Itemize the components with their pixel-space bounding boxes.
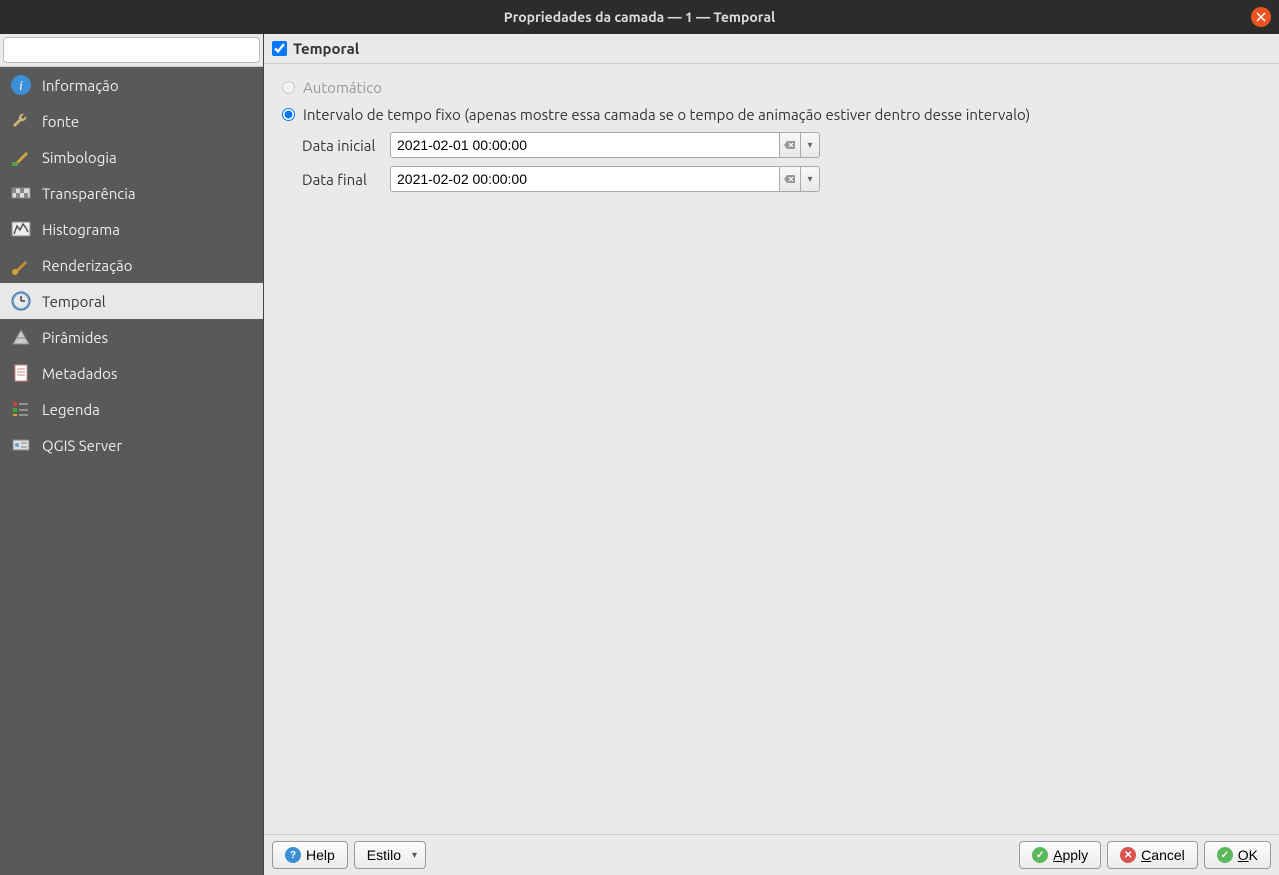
cancel-button-label: ancel	[1151, 847, 1184, 863]
sidebar-item-simbologia[interactable]: Simbologia	[0, 139, 263, 175]
end-date-group: ▾	[390, 166, 820, 192]
sidebar-item-fonte[interactable]: fonte	[0, 103, 263, 139]
radio-fixed[interactable]	[282, 108, 295, 121]
temporal-enable-checkbox[interactable]	[272, 41, 287, 56]
radio-auto-row: Automático	[282, 74, 1261, 101]
sidebar-item-label: QGIS Server	[42, 437, 122, 454]
sidebar-item-piramides[interactable]: Pirâmides	[0, 319, 263, 355]
end-date-row: Data final ▾	[302, 162, 1261, 196]
ok-button[interactable]: ✓ OK	[1204, 841, 1271, 869]
sidebar-item-renderizacao[interactable]: Renderização	[0, 247, 263, 283]
nav-list: i Informação fonte Simbologia	[0, 67, 263, 875]
check-icon: ✓	[1032, 847, 1048, 863]
sidebar: i Informação fonte Simbologia	[0, 34, 264, 875]
start-date-label: Data inicial	[302, 137, 380, 154]
sidebar-item-label: Metadados	[42, 365, 117, 382]
radio-fixed-row: Intervalo de tempo fixo (apenas mostre e…	[282, 101, 1261, 128]
check-icon: ✓	[1217, 847, 1233, 863]
sidebar-item-label: Renderização	[42, 257, 133, 274]
main-panel: Temporal Automático Intervalo de tempo f…	[264, 34, 1279, 875]
end-date-dropdown-icon[interactable]: ▾	[800, 166, 820, 192]
style-menu-button[interactable]: Estilo	[354, 841, 426, 869]
legend-icon	[10, 398, 32, 420]
sidebar-item-legenda[interactable]: Legenda	[0, 391, 263, 427]
sidebar-item-label: Legenda	[42, 401, 100, 418]
start-date-row: Data inicial ▾	[302, 128, 1261, 162]
end-date-clear-icon[interactable]	[780, 166, 800, 192]
ok-button-label: K	[1249, 847, 1258, 863]
window-title: Propriedades da camada — 1 — Temporal	[504, 9, 776, 25]
help-icon: ?	[285, 847, 301, 863]
sidebar-item-label: Informação	[42, 77, 119, 94]
radio-fixed-label: Intervalo de tempo fixo (apenas mostre e…	[303, 106, 1030, 123]
sidebar-item-label: Pirâmides	[42, 329, 108, 346]
sidebar-item-temporal[interactable]: Temporal	[0, 283, 263, 319]
brush-icon	[10, 146, 32, 168]
end-date-input[interactable]	[390, 166, 780, 192]
apply-button-label: pply	[1062, 847, 1088, 863]
end-date-label: Data final	[302, 171, 380, 188]
section-title: Temporal	[293, 40, 359, 57]
cancel-button[interactable]: ✕ Cancel	[1107, 841, 1198, 869]
document-icon	[10, 362, 32, 384]
wrench-icon	[10, 110, 32, 132]
start-date-clear-icon[interactable]	[780, 132, 800, 158]
checker-icon	[10, 182, 32, 204]
layer-properties-window: Propriedades da camada — 1 — Temporal i	[0, 0, 1279, 875]
server-icon	[10, 434, 32, 456]
cross-icon: ✕	[1120, 847, 1136, 863]
clock-icon	[10, 290, 32, 312]
help-button[interactable]: ? Help	[272, 841, 348, 869]
search-box	[0, 34, 263, 67]
start-date-input[interactable]	[390, 132, 780, 158]
svg-text:i: i	[19, 79, 23, 94]
sidebar-item-label: Temporal	[42, 293, 106, 310]
titlebar: Propriedades da camada — 1 — Temporal	[0, 0, 1279, 34]
sidebar-item-transparencia[interactable]: Transparência	[0, 175, 263, 211]
start-date-group: ▾	[390, 132, 820, 158]
histogram-icon	[10, 218, 32, 240]
paintbrush-icon	[10, 254, 32, 276]
form-area: Automático Intervalo de tempo fixo (apen…	[264, 64, 1279, 834]
radio-auto-label: Automático	[303, 79, 382, 96]
radio-auto	[282, 81, 295, 94]
sidebar-item-label: Histograma	[42, 221, 120, 238]
footer: ? Help Estilo ✓ Apply ✕ Cancel ✓ OK	[264, 834, 1279, 875]
pyramid-icon	[10, 326, 32, 348]
start-date-dropdown-icon[interactable]: ▾	[800, 132, 820, 158]
sidebar-item-label: Transparência	[42, 185, 136, 202]
sidebar-item-metadados[interactable]: Metadados	[0, 355, 263, 391]
content-area: i Informação fonte Simbologia	[0, 34, 1279, 875]
sidebar-item-label: fonte	[42, 113, 79, 130]
section-header: Temporal	[264, 34, 1279, 64]
sidebar-item-histograma[interactable]: Histograma	[0, 211, 263, 247]
sidebar-item-label: Simbologia	[42, 149, 117, 166]
search-input[interactable]	[3, 37, 260, 63]
help-button-label: Help	[306, 847, 335, 863]
close-button[interactable]	[1251, 7, 1271, 27]
style-menu-label: Estilo	[367, 847, 401, 863]
info-icon: i	[10, 74, 32, 96]
sidebar-item-qgisserver[interactable]: QGIS Server	[0, 427, 263, 463]
apply-button[interactable]: ✓ Apply	[1019, 841, 1101, 869]
sidebar-item-informacao[interactable]: i Informação	[0, 67, 263, 103]
